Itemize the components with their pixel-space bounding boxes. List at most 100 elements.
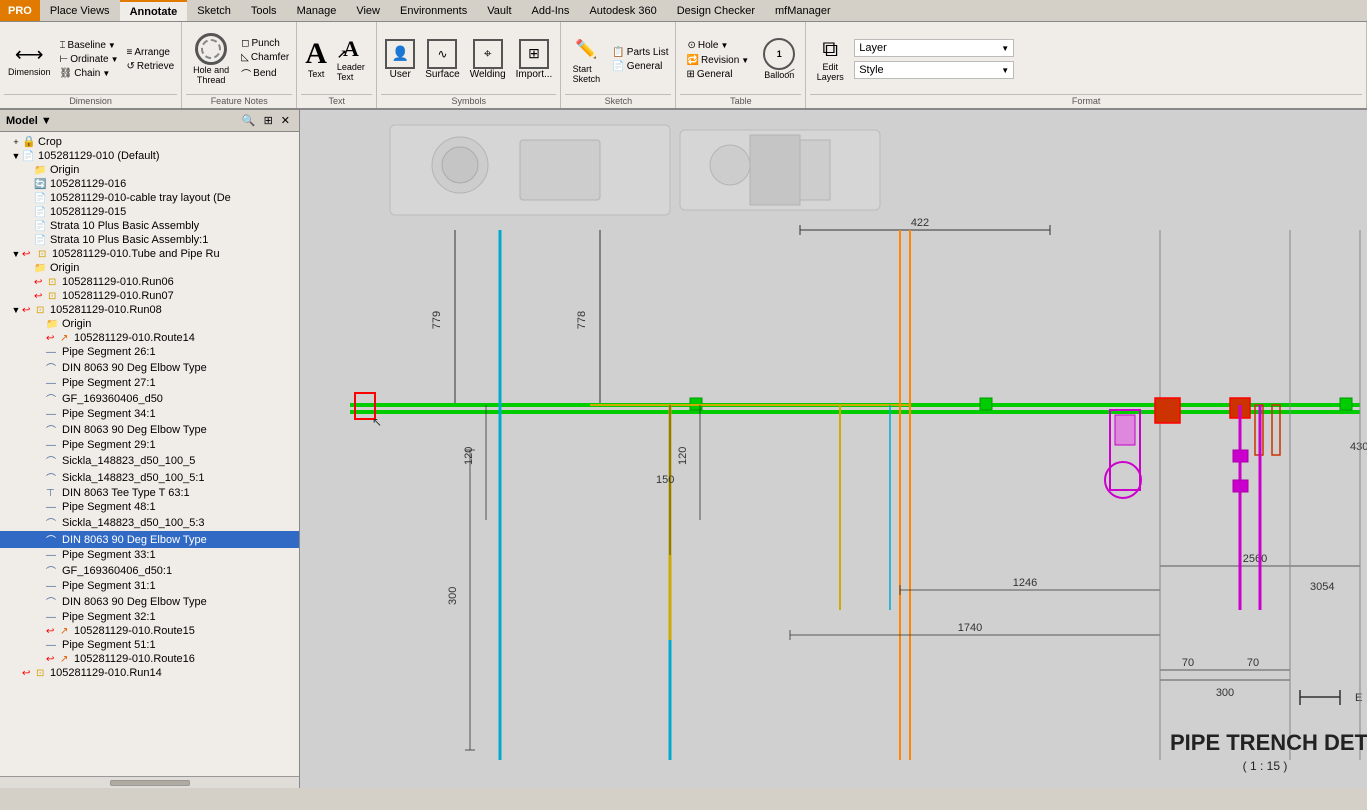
label-pipe29: Pipe Segment 29:1 <box>62 439 156 451</box>
tab-manage[interactable]: Manage <box>287 0 347 21</box>
tree-item-crop[interactable]: + 🔒 Crop <box>0 134 299 149</box>
icon-tube-pipe-inner: ⊡ <box>38 249 52 260</box>
text-button[interactable]: A Text <box>301 37 331 81</box>
start-sketch-button[interactable]: ✏️ StartSketch <box>565 32 607 86</box>
crop-expand[interactable]: + <box>10 137 22 147</box>
label-pipe51: Pipe Segment 51:1 <box>62 639 156 651</box>
svg-text:300: 300 <box>447 587 459 605</box>
tab-addins[interactable]: Add-Ins <box>522 0 580 21</box>
drawing-canvas[interactable]: 422 779 778 <box>300 110 1367 788</box>
bend-button[interactable]: ⌒ Bend <box>238 65 292 82</box>
style-dropdown[interactable]: Style ▼ <box>854 61 1014 79</box>
tree-item-tee63[interactable]: ⊤ DIN 8063 Tee Type T 63:1 <box>0 486 299 500</box>
import-button[interactable]: ⊞ Import... <box>512 37 557 82</box>
dimension-button[interactable]: ⟷ Dimension <box>4 40 55 79</box>
icon-route14-inner: ↗ <box>60 333 74 344</box>
tree-item-run07[interactable]: ↩ ⊡ 105281129-010.Run07 <box>0 289 299 303</box>
tree-item-sickla-100-51[interactable]: ⌒ Sickla_148823_d50_100_5:1 <box>0 469 299 486</box>
tree-item-105281129-010[interactable]: ▼ 📄 105281129-010 (Default) <box>0 149 299 163</box>
hole-button[interactable]: ⊙ Hole▼ <box>680 38 755 53</box>
label-pipe33: Pipe Segment 33:1 <box>62 549 156 561</box>
tree-item-origin2[interactable]: 📁 Origin <box>0 261 299 275</box>
tab-pro[interactable]: PRO <box>0 0 40 21</box>
tree-item-gf169-d50[interactable]: ⌒ GF_169360406_d50 <box>0 390 299 407</box>
tree-item-elbow90-1[interactable]: ⌒ DIN 8063 90 Deg Elbow Type <box>0 359 299 376</box>
model-close-button[interactable]: ✕ <box>278 113 293 128</box>
general-button[interactable]: 📄 General <box>609 60 671 73</box>
retrieve-button[interactable]: ↺ Retrieve <box>124 60 178 73</box>
tree-item-pipe32[interactable]: — Pipe Segment 32:1 <box>0 610 299 624</box>
tree-item-strata10plus[interactable]: 📄 Strata 10 Plus Basic Assembly <box>0 219 299 233</box>
arrange-button[interactable]: ≡ Arrange <box>124 46 178 59</box>
tab-autodesk360[interactable]: Autodesk 360 <box>579 0 666 21</box>
tree-item-strata10plus1[interactable]: 📄 Strata 10 Plus Basic Assembly:1 <box>0 233 299 247</box>
tree-item-pipe26[interactable]: — Pipe Segment 26:1 <box>0 345 299 359</box>
icon-route15-inner: ↗ <box>60 626 74 637</box>
icon-tee63: ⊤ <box>46 488 62 499</box>
tree-item-run08[interactable]: ▼ ↩ ⊡ 105281129-010.Run08 <box>0 303 299 317</box>
revision-button[interactable]: 🔁 Revision▼ <box>680 54 755 67</box>
tab-place-views[interactable]: Place Views <box>40 0 120 21</box>
tree-item-tube-pipe[interactable]: ▼ ↩ ⊡ 105281129-010.Tube and Pipe Ru <box>0 247 299 261</box>
tree-item-origin3[interactable]: 📁 Origin <box>0 317 299 331</box>
model-tree: + 🔒 Crop ▼ 📄 105281129-010 (Default) 📁 O… <box>0 132 299 776</box>
tree-item-105281129-016[interactable]: 🔄 105281129-016 <box>0 177 299 191</box>
model-search-button[interactable]: 🔍 <box>239 113 259 128</box>
model-title[interactable]: Model ▼ <box>6 115 52 127</box>
tree-item-pipe34[interactable]: — Pipe Segment 34:1 <box>0 407 299 421</box>
tree-scrollbar-indicator[interactable] <box>0 776 299 788</box>
tree-item-elbow90-3[interactable]: ⌒ DIN 8063 90 Deg Elbow Type <box>0 531 299 548</box>
general-table-button[interactable]: ⊞ General <box>680 68 755 81</box>
tree-item-cable-tray[interactable]: 📄 105281129-010-cable tray layout (De <box>0 191 299 205</box>
expand-tube-pipe[interactable]: ▼ <box>10 249 22 259</box>
tree-item-sickla-100-53[interactable]: ⌒ Sickla_148823_d50_100_5:3 <box>0 514 299 531</box>
chain-button[interactable]: ⛓ Chain▼ <box>57 67 122 80</box>
balloon-button[interactable]: 1 Balloon <box>757 36 801 82</box>
tree-item-pipe51[interactable]: — Pipe Segment 51:1 <box>0 638 299 652</box>
welding-button[interactable]: ⌖ Welding <box>466 37 510 82</box>
label-elbow90-1: DIN 8063 90 Deg Elbow Type <box>62 362 207 374</box>
tree-item-pipe29[interactable]: — Pipe Segment 29:1 <box>0 438 299 452</box>
layer-dropdown[interactable]: Layer ▼ <box>854 39 1014 57</box>
surface-button[interactable]: ∿ Surface <box>421 37 463 82</box>
tree-item-pipe31[interactable]: — Pipe Segment 31:1 <box>0 579 299 593</box>
label-origin1: Origin <box>50 164 79 176</box>
tab-view[interactable]: View <box>346 0 390 21</box>
user-button[interactable]: 👤 User <box>381 37 419 82</box>
tab-annotate[interactable]: Annotate <box>120 0 188 21</box>
tab-tools[interactable]: Tools <box>241 0 287 21</box>
chamfer-button[interactable]: ◺ Chamfer <box>238 51 292 64</box>
tree-item-route15[interactable]: ↩ ↗ 105281129-010.Route15 <box>0 624 299 638</box>
tab-design-checker[interactable]: Design Checker <box>667 0 765 21</box>
tree-item-elbow90-2[interactable]: ⌒ DIN 8063 90 Deg Elbow Type <box>0 421 299 438</box>
tab-environments[interactable]: Environments <box>390 0 477 21</box>
tree-item-run14[interactable]: ↩ ⊡ 105281129-010.Run14 <box>0 666 299 680</box>
expand-105281129-010[interactable]: ▼ <box>10 151 22 161</box>
tree-item-pipe48[interactable]: — Pipe Segment 48:1 <box>0 500 299 514</box>
baseline-button[interactable]: ⌶ Baseline▼ <box>57 39 122 52</box>
ordinate-button[interactable]: ⊢ Ordinate▼ <box>57 53 122 66</box>
edit-layers-button[interactable]: ⧉ EditLayers <box>810 34 850 84</box>
tree-item-elbow90-4[interactable]: ⌒ DIN 8063 90 Deg Elbow Type <box>0 593 299 610</box>
punch-button[interactable]: ◻ Punch <box>238 37 292 50</box>
tree-item-105281129-015[interactable]: 📄 105281129-015 <box>0 205 299 219</box>
model-expand-button[interactable]: ⊞ <box>261 113 276 128</box>
tree-item-route16[interactable]: ↩ ↗ 105281129-010.Route16 <box>0 652 299 666</box>
tree-item-route14[interactable]: ↩ ↗ 105281129-010.Route14 <box>0 331 299 345</box>
tree-item-origin1[interactable]: 📁 Origin <box>0 163 299 177</box>
tree-item-gf169-d501[interactable]: ⌒ GF_169360406_d50:1 <box>0 562 299 579</box>
tree-item-run06[interactable]: ↩ ⊡ 105281129-010.Run06 <box>0 275 299 289</box>
parts-list-button[interactable]: 📋 Parts List <box>609 46 671 59</box>
hole-thread-button[interactable]: Hole andThread <box>186 31 236 87</box>
tab-mfmanager[interactable]: mfManager <box>765 0 841 21</box>
svg-text:120: 120 <box>677 447 689 465</box>
tab-vault[interactable]: Vault <box>477 0 521 21</box>
tree-item-pipe33[interactable]: — Pipe Segment 33:1 <box>0 548 299 562</box>
tab-sketch[interactable]: Sketch <box>187 0 241 21</box>
expand-run08[interactable]: ▼ <box>10 305 22 315</box>
leader-text-button[interactable]: A ↗ LeaderText <box>333 34 369 84</box>
label-cable-tray: 105281129-010-cable tray layout (De <box>50 192 231 204</box>
parts-list-icon: 📋 <box>612 47 624 58</box>
tree-item-pipe27[interactable]: — Pipe Segment 27:1 <box>0 376 299 390</box>
tree-item-sickla-100-5[interactable]: ⌒ Sickla_148823_d50_100_5 <box>0 452 299 469</box>
